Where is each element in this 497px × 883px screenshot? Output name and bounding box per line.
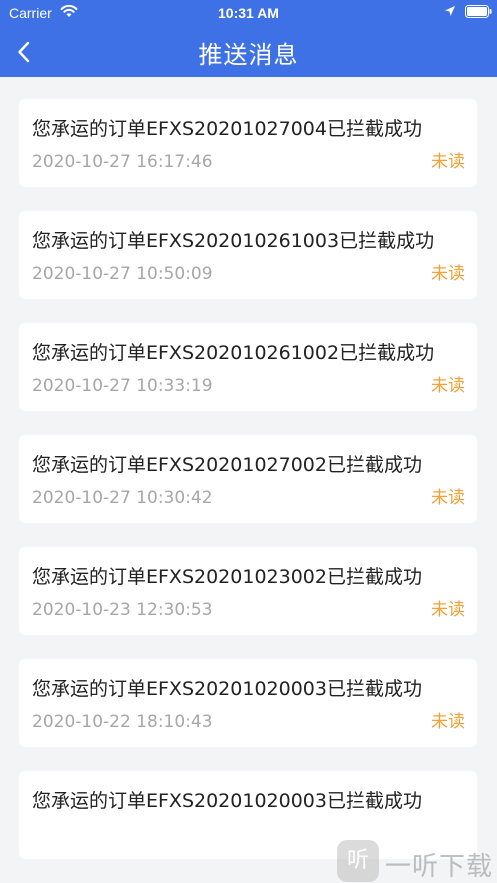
message-time: 2020-10-22 18:10:43 (32, 712, 213, 732)
unread-status: 未读 (431, 376, 465, 396)
message-title: 您承运的订单EFXS20201027002已拦截成功 (32, 454, 422, 476)
message-card[interactable]: 您承运的订单EFXS202010261003已拦截成功 2020-10-27 1… (19, 211, 477, 299)
unread-status: 未读 (431, 712, 465, 732)
message-card[interactable]: 您承运的订单EFXS20201023002已拦截成功 2020-10-23 12… (19, 547, 477, 635)
message-meta: 2020-10-22 18:10:43 未读 (32, 709, 465, 735)
watermark: 听 一听下载 (337, 838, 497, 883)
nav-bar: 推送消息 (0, 26, 497, 77)
message-list: 您承运的订单EFXS20201027004已拦截成功 2020-10-27 16… (19, 99, 477, 883)
unread-status: 未读 (431, 600, 465, 620)
message-time: 2020-10-27 10:30:42 (32, 488, 213, 508)
status-bar: Carrier 10:31 AM (0, 0, 497, 26)
status-time: 10:31 AM (218, 5, 279, 21)
message-meta: 2020-10-27 10:33:19 未读 (32, 373, 465, 399)
message-meta: 2020-10-27 16:17:46 未读 (32, 149, 465, 175)
battery-icon (465, 5, 492, 18)
page-title: 推送消息 (198, 41, 299, 69)
app-header: Carrier 10:31 AM 推送消息 (0, 0, 497, 77)
message-meta: 2020-10-27 10:30:42 未读 (32, 485, 465, 511)
message-time: 2020-10-27 10:50:09 (32, 264, 213, 284)
message-title: 您承运的订单EFXS20201027004已拦截成功 (32, 118, 422, 140)
message-card[interactable]: 您承运的订单EFXS20201020003已拦截成功 2020-10-22 18… (19, 659, 477, 747)
message-time: 2020-10-27 10:33:19 (32, 376, 213, 396)
message-card[interactable]: 您承运的订单EFXS20201027002已拦截成功 2020-10-27 10… (19, 435, 477, 523)
message-title: 您承运的订单EFXS20201020003已拦截成功 (32, 790, 422, 812)
message-card[interactable]: 您承运的订单EFXS20201027004已拦截成功 2020-10-27 16… (19, 99, 477, 187)
unread-status: 未读 (431, 488, 465, 508)
watermark-logo: 听 (337, 840, 379, 882)
message-meta: 2020-10-23 12:30:53 未读 (32, 597, 465, 623)
location-arrow-icon (445, 6, 455, 16)
message-card[interactable]: 您承运的订单EFXS202010261002已拦截成功 2020-10-27 1… (19, 323, 477, 411)
message-title: 您承运的订单EFXS202010261003已拦截成功 (32, 230, 435, 252)
message-meta: 2020-10-27 10:50:09 未读 (32, 261, 465, 287)
message-title: 您承运的订单EFXS20201020003已拦截成功 (32, 678, 422, 700)
message-title: 您承运的订单EFXS20201023002已拦截成功 (32, 566, 422, 588)
message-title: 您承运的订单EFXS202010261002已拦截成功 (32, 342, 435, 364)
message-time: 2020-10-23 12:30:53 (32, 600, 213, 620)
unread-status: 未读 (431, 264, 465, 284)
message-time: 2020-10-27 16:17:46 (32, 152, 213, 172)
watermark-text: 一听下载 (385, 852, 494, 882)
unread-status: 未读 (431, 152, 465, 172)
